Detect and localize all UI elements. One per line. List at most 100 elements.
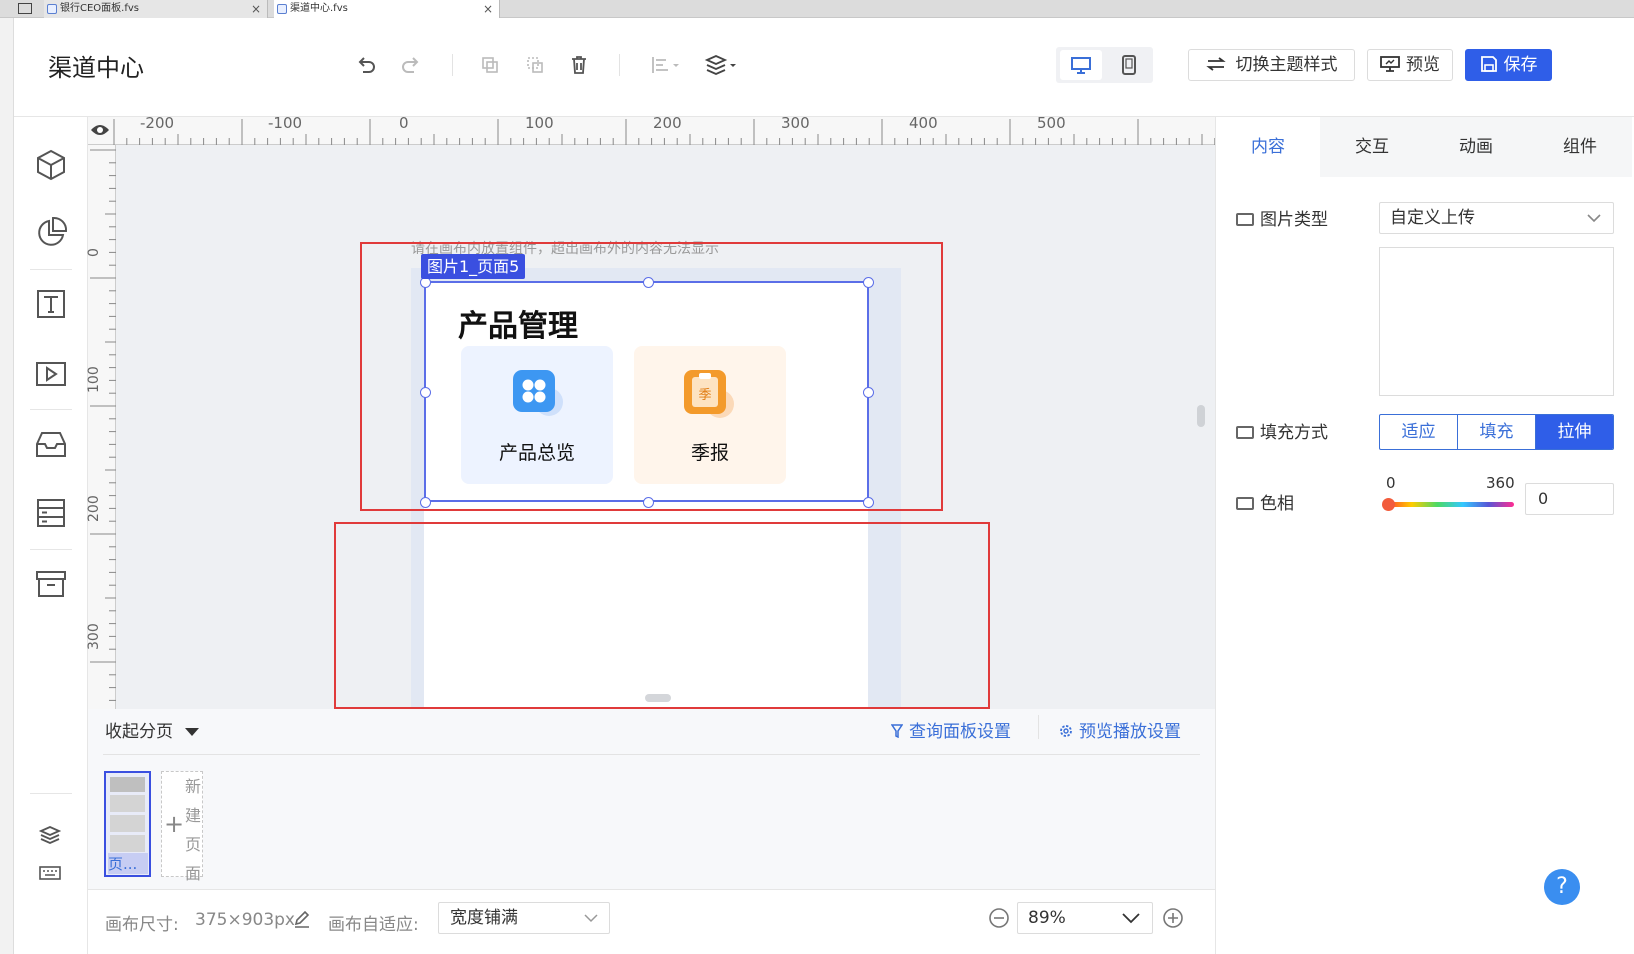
fill-mode-stretch[interactable]: 拉伸 [1536,415,1613,449]
tab-component[interactable]: 组件 [1528,117,1632,177]
canvas-scroll-handle[interactable] [645,694,671,702]
new-page-char: 建 [185,806,202,825]
image-upload-area[interactable] [1379,247,1614,396]
layer-order-icon[interactable] [704,53,740,77]
sidebar-divider [30,793,72,794]
tab-label: 渠道中心.fvs [290,3,348,14]
mobile-view-button[interactable] [1108,50,1150,80]
text-box-icon[interactable] [33,286,69,322]
collapse-pages-toggle[interactable]: 收起分页 [105,717,200,742]
monitor-icon [1236,426,1254,439]
grid-icon [513,370,563,416]
preview-play-label: 预览播放设置 [1079,722,1181,742]
delete-icon[interactable] [569,54,589,76]
browser-tab-bar: 银行CEO面板.fvs × 渠道中心.fvs × [0,0,1634,18]
close-tab-icon[interactable]: × [251,0,261,18]
adaptive-select[interactable]: 宽度铺满 [438,902,610,934]
image-type-row-label: 图片类型 [1236,205,1328,230]
switch-theme-label: 切换主题样式 [1235,55,1338,75]
canvas-size-label: 画布尺寸: [105,915,179,935]
close-tab-icon[interactable]: × [483,0,493,18]
tab-content[interactable]: 内容 [1216,117,1320,177]
tab-label: 银行CEO面板.fvs [60,3,139,14]
fill-mode-label: 填充方式 [1260,423,1328,443]
vertical-ruler: 0 100 200 300 [86,145,116,709]
keyboard-icon[interactable] [38,864,62,882]
fill-mode-fill[interactable]: 填充 [1458,415,1536,449]
card-title: 产品管理 [458,309,578,344]
plus-icon: + [164,810,185,838]
query-panel-settings[interactable]: 查询面板设置 [890,717,1011,742]
desktop-icon [1071,57,1091,74]
property-panel: 内容 交互 动画 组件 图片类型 自定义上传 填充方式 适应 填充 拉伸 色相 … [1215,117,1634,954]
desktop-view-button[interactable] [1060,50,1102,80]
preview-button[interactable]: 预览 [1367,49,1453,81]
browser-tab-2[interactable]: 渠道中心.fvs × [274,0,500,18]
ruler-label: 300 [781,114,810,132]
new-page-char: 新 [185,777,202,796]
toolbar-divider [619,54,620,76]
resize-handle[interactable] [863,497,874,508]
pie-chart-icon[interactable] [33,215,69,251]
video-icon[interactable] [33,355,69,391]
tab-animation[interactable]: 动画 [1424,117,1528,177]
tile-product-overview[interactable]: 产品总览 [461,346,613,484]
3d-cube-icon[interactable] [33,147,69,183]
resize-handle[interactable] [420,387,431,398]
image-type-value: 自定义上传 [1390,208,1475,228]
tile-label: 季报 [690,442,729,464]
window-left-strip [0,18,14,954]
clipboard-icon: 季 [684,370,734,418]
tab-interaction[interactable]: 交互 [1320,117,1424,177]
inbox-icon[interactable] [33,426,69,462]
edit-pencil-icon[interactable] [293,910,311,928]
archive-icon[interactable] [33,566,69,602]
hue-row-label: 色相 [1236,489,1294,514]
canvas-vertical-scrollbar[interactable] [1197,405,1205,427]
hue-min-label: 0 [1386,474,1396,492]
copy-icon[interactable] [480,55,500,75]
hue-label: 色相 [1260,494,1294,514]
fill-mode-fit[interactable]: 适应 [1380,415,1458,449]
page-thumbnail[interactable]: 页... [104,771,151,877]
resize-handle[interactable] [420,497,431,508]
resize-handle[interactable] [863,387,874,398]
fill-mode-segmented: 适应 填充 拉伸 [1379,414,1614,450]
file-icon [47,4,57,14]
ruler-label: 200 [653,114,682,132]
footer-bar: 画布尺寸: 375×903px 画布自适应: 宽度铺满 89% [88,889,1215,954]
eye-icon[interactable] [90,122,110,138]
resize-handle[interactable] [643,277,654,288]
list-panel-icon[interactable] [33,495,69,531]
hue-slider-track[interactable] [1386,502,1514,507]
preview-playback-settings[interactable]: 预览播放设置 [1059,717,1181,742]
component-sidebar [14,117,88,954]
monitor-icon [1380,56,1400,72]
hue-slider-thumb[interactable] [1382,498,1395,511]
preview-label: 预览 [1406,55,1440,75]
thumb-block [110,815,145,832]
selected-image-component[interactable]: 产品管理 产品总览 季 季报 [420,277,874,508]
zoom-in-icon[interactable] [1162,907,1184,929]
save-button[interactable]: 保存 [1465,49,1552,81]
page-title: 渠道中心 [48,54,144,82]
resize-handle[interactable] [863,277,874,288]
help-button[interactable]: ? [1544,869,1580,905]
image-type-select[interactable]: 自定义上传 [1379,202,1614,234]
resize-handle[interactable] [643,497,654,508]
paste-icon[interactable] [525,55,545,75]
chevron-down-icon [1122,913,1140,924]
switch-theme-button[interactable]: 切换主题样式 [1188,49,1355,81]
browser-tab-1[interactable]: 银行CEO面板.fvs × [44,0,268,18]
new-page-button[interactable]: + 新 建 页 面 [161,771,203,883]
hue-value-input[interactable]: 0 [1525,483,1614,515]
zoom-out-icon[interactable] [988,907,1010,929]
tile-quarterly-report[interactable]: 季 季报 [634,346,786,484]
undo-icon[interactable] [355,54,377,76]
align-icon[interactable] [650,55,682,75]
redo-icon[interactable] [400,54,422,76]
layers-icon[interactable] [39,824,61,846]
settings-divider [1038,715,1039,739]
caret-down-icon [185,728,200,736]
zoom-select[interactable]: 89% [1017,902,1153,934]
